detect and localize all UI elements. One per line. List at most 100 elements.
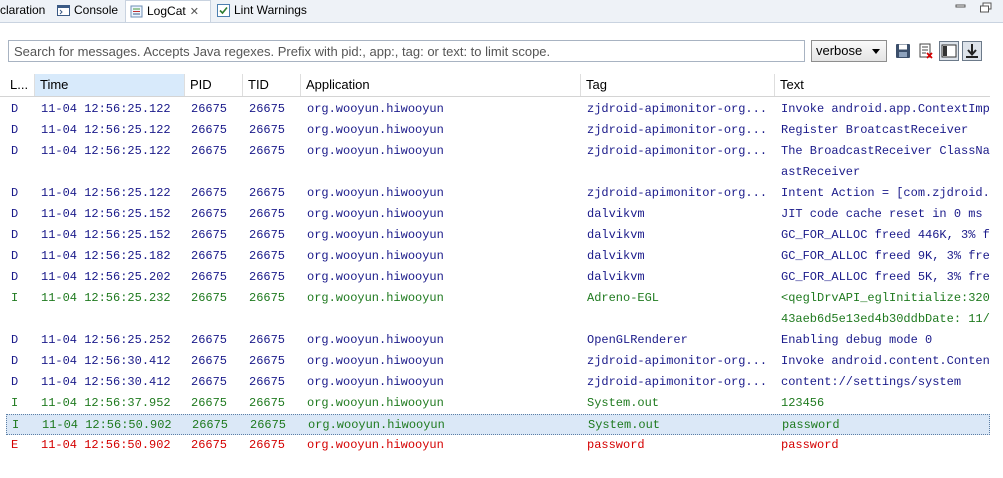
log-row[interactable]: D 11-04 12:56:25.152 26675 26675 org.wooyun.…: [0, 225, 990, 246]
log-tid-cell: 26675: [249, 102, 286, 116]
clear-log-button[interactable]: [916, 41, 936, 61]
log-tag-cell: zjdroid-apimonitor-org...: [587, 375, 768, 389]
log-level-cell: D: [11, 123, 19, 137]
log-pid-cell: 26675: [191, 333, 228, 347]
log-time-cell: 11-04 12:56:50.902: [41, 438, 171, 452]
column-header-tid[interactable]: TID: [243, 74, 301, 96]
log-application-cell: org.wooyun.hiwooyun: [307, 291, 444, 305]
log-level-cell: D: [11, 354, 19, 368]
log-row[interactable]: I 11-04 12:56:25.232 26675 26675 org.wooyun.…: [0, 288, 990, 309]
log-row[interactable]: D 11-04 12:56:30.412 26675 26675 org.wooyun.…: [0, 372, 990, 393]
logcat-icon: [130, 4, 143, 18]
log-time-cell: 11-04 12:56:25.152: [41, 228, 171, 242]
log-application-cell: org.wooyun.hiwooyun: [307, 270, 444, 284]
log-tid-cell: 26675: [249, 144, 286, 158]
column-header-pid[interactable]: PID: [185, 74, 243, 96]
log-level-cell: D: [11, 333, 19, 347]
log-tid-cell: 26675: [249, 375, 286, 389]
log-time-cell: 11-04 12:56:25.122: [41, 144, 171, 158]
tab-logcat[interactable]: LogCat ✕: [125, 0, 211, 22]
log-row[interactable]: D 11-04 12:56:25.182 26675 26675 org.wooyun.…: [0, 246, 990, 267]
log-tag-cell: dalvikvm: [587, 249, 645, 263]
log-tag-cell: OpenGLRenderer: [587, 333, 688, 347]
log-tag-cell: zjdroid-apimonitor-org...: [587, 354, 768, 368]
log-time-cell: 11-04 12:56:30.412: [41, 354, 171, 368]
log-tag-cell: zjdroid-apimonitor-org...: [587, 102, 768, 116]
log-level-cell: D: [11, 249, 19, 263]
log-row[interactable]: D 11-04 12:56:25.252 26675 26675 org.wooyun.…: [0, 330, 990, 351]
tab-lint-warnings[interactable]: Lint Warnings: [217, 0, 307, 22]
log-tid-cell: 26675: [249, 354, 286, 368]
log-tag-cell: System.out: [587, 396, 660, 410]
scroll-lock-button[interactable]: [962, 41, 982, 61]
log-level-cell: E: [11, 438, 19, 452]
log-time-cell: 11-04 12:56:25.122: [41, 102, 171, 116]
log-row[interactable]: D 11-04 12:56:25.122 26675 26675 org.wooyun.…: [0, 120, 990, 141]
tab-console[interactable]: Console: [57, 0, 118, 22]
log-tid-cell: 26675: [249, 438, 286, 452]
log-row[interactable]: D 11-04 12:56:25.202 26675 26675 org.wooyun.…: [0, 267, 990, 288]
log-text-cell: 123456: [781, 396, 825, 410]
log-tag-cell: zjdroid-apimonitor-org...: [587, 144, 768, 158]
log-row[interactable]: D 11-04 12:56:25.122 26675 26675 org.wooyun.…: [0, 141, 990, 162]
log-application-cell: org.wooyun.hiwooyun: [307, 249, 444, 263]
log-level-cell: D: [11, 228, 19, 242]
toggle-filters-button[interactable]: [939, 41, 959, 61]
maximize-icon[interactable]: [979, 2, 993, 14]
log-time-cell: 11-04 12:56:50.902: [42, 418, 172, 432]
log-text-cell: Invoke android.content.Content: [781, 354, 990, 368]
log-pid-cell: 26675: [191, 228, 228, 242]
log-tid-cell: 26675: [249, 249, 286, 263]
log-row[interactable]: E 11-04 12:56:50.902 26675 26675 org.wooyun.…: [0, 435, 990, 456]
log-pid-cell: 26675: [191, 396, 228, 410]
tab-label: claration: [0, 3, 46, 17]
log-level-cell: I: [12, 418, 20, 432]
log-text-continuation: 43aeb6d5e13ed4b30ddbDate: 11/0: [781, 312, 990, 326]
log-text-cell: password: [781, 438, 839, 452]
log-application-cell: org.wooyun.hiwooyun: [307, 438, 444, 452]
log-time-cell: 11-04 12:56:25.122: [41, 186, 171, 200]
log-application-cell: org.wooyun.hiwooyun: [307, 228, 444, 242]
column-header-time[interactable]: Time: [35, 74, 185, 96]
log-text-cell: The BroadcastReceiver ClassNam: [781, 144, 990, 158]
column-header-application[interactable]: Application: [301, 74, 581, 96]
save-log-icon: [896, 44, 910, 58]
log-application-cell: org.wooyun.hiwooyun: [307, 186, 444, 200]
log-time-cell: 11-04 12:56:25.122: [41, 123, 171, 137]
column-header-tag[interactable]: Tag: [581, 74, 775, 96]
tab-declaration[interactable]: claration: [0, 0, 45, 22]
minimize-icon[interactable]: [954, 2, 968, 14]
close-icon[interactable]: ✕: [190, 2, 199, 23]
vertical-scrollbar[interactable]: [990, 96, 1003, 478]
log-row[interactable]: D 11-04 12:56:30.412 26675 26675 org.wooyun.…: [0, 351, 990, 372]
log-tid-cell: 26675: [249, 207, 286, 221]
log-row[interactable]: I 11-04 12:56:37.952 26675 26675 org.wooyun.…: [0, 393, 990, 414]
log-level-select[interactable]: verbose: [811, 40, 887, 62]
log-row[interactable]: D 11-04 12:56:25.122 26675 26675 org.wooyun.…: [0, 99, 990, 120]
log-table-header: L... Time PID TID Application Tag Text: [0, 74, 1003, 97]
log-time-cell: 11-04 12:56:25.152: [41, 207, 171, 221]
log-text-cell: GC_FOR_ALLOC freed 5K, 3% free: [781, 270, 990, 284]
log-text-cell: GC_FOR_ALLOC freed 9K, 3% free: [781, 249, 990, 263]
log-time-cell: 11-04 12:56:30.412: [41, 375, 171, 389]
log-time-cell: 11-04 12:56:25.202: [41, 270, 171, 284]
log-application-cell: org.wooyun.hiwooyun: [307, 102, 444, 116]
log-text-cell: GC_FOR_ALLOC freed 446K, 3% fr: [781, 228, 990, 242]
toggle-filters-icon: [941, 44, 957, 58]
log-time-cell: 11-04 12:56:25.252: [41, 333, 171, 347]
tab-label: LogCat: [147, 4, 186, 18]
log-row[interactable]: D 11-04 12:56:25.122 26675 26675 org.wooyun.…: [0, 183, 990, 204]
chevron-down-icon: [872, 49, 880, 54]
log-tid-cell: 26675: [250, 418, 287, 432]
log-tid-cell: 26675: [249, 186, 286, 200]
log-tag-cell: Adreno-EGL: [587, 291, 660, 305]
log-level-cell: D: [11, 375, 19, 389]
log-level-cell: D: [11, 270, 19, 284]
log-row[interactable]: I 11-04 12:56:50.902 26675 26675 org.wooyun.…: [6, 414, 990, 435]
log-level-cell: D: [11, 207, 19, 221]
column-header-text[interactable]: Text: [775, 74, 990, 96]
log-row[interactable]: D 11-04 12:56:25.152 26675 26675 org.wooyun.…: [0, 204, 990, 225]
search-input[interactable]: [8, 40, 805, 62]
save-log-button[interactable]: [893, 41, 913, 61]
column-header-level[interactable]: L...: [5, 74, 35, 96]
